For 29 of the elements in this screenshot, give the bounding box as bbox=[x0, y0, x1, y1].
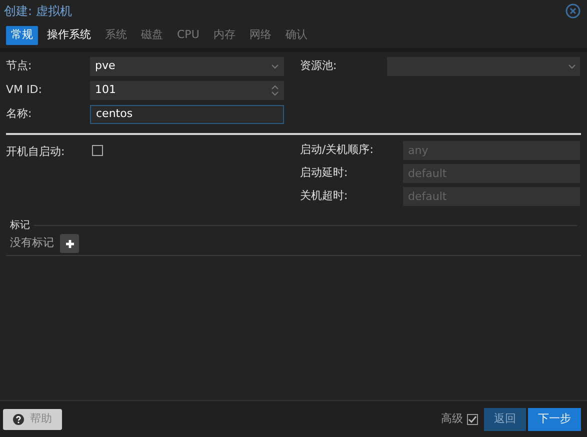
field-label: 启动延时: bbox=[300, 165, 349, 182]
spinner-field[interactable]: 101 bbox=[90, 81, 284, 100]
chevron-down-icon bbox=[568, 64, 576, 69]
field-label: 关机超时: bbox=[300, 188, 349, 204]
checkbox-label: 高级 bbox=[441, 410, 463, 427]
tab[interactable]: 常规 bbox=[6, 26, 38, 44]
checkmark-icon bbox=[468, 414, 477, 424]
help-icon bbox=[13, 414, 24, 424]
select-field[interactable]: pve bbox=[90, 57, 284, 76]
section-legend: 标记 bbox=[10, 218, 30, 233]
chevron-down-icon bbox=[271, 64, 279, 69]
field-label: 名称: bbox=[6, 106, 33, 122]
close-icon[interactable] bbox=[565, 3, 581, 19]
field-label: VM ID: bbox=[6, 82, 43, 98]
checkbox[interactable] bbox=[92, 145, 103, 156]
tab[interactable]: 操作系统 bbox=[42, 26, 96, 44]
help-button[interactable]: 帮助 bbox=[3, 408, 62, 430]
field-label: 资源池: bbox=[300, 58, 338, 74]
field-label: 开机自启动: bbox=[6, 144, 66, 160]
add-tag-button[interactable] bbox=[60, 234, 79, 253]
next-button[interactable]: 下一步 bbox=[528, 408, 581, 430]
checkbox[interactable] bbox=[467, 414, 478, 424]
text-field[interactable]: centos bbox=[90, 105, 284, 124]
spinner-arrows-icon[interactable] bbox=[271, 84, 279, 97]
window-title: 创建: 虚拟机 bbox=[4, 3, 72, 20]
plus-icon bbox=[64, 238, 74, 248]
empty-tags-text: 没有标记 bbox=[10, 235, 54, 252]
field-label: 启动/关机顺序: bbox=[300, 142, 374, 158]
field-label: 节点: bbox=[6, 58, 33, 74]
